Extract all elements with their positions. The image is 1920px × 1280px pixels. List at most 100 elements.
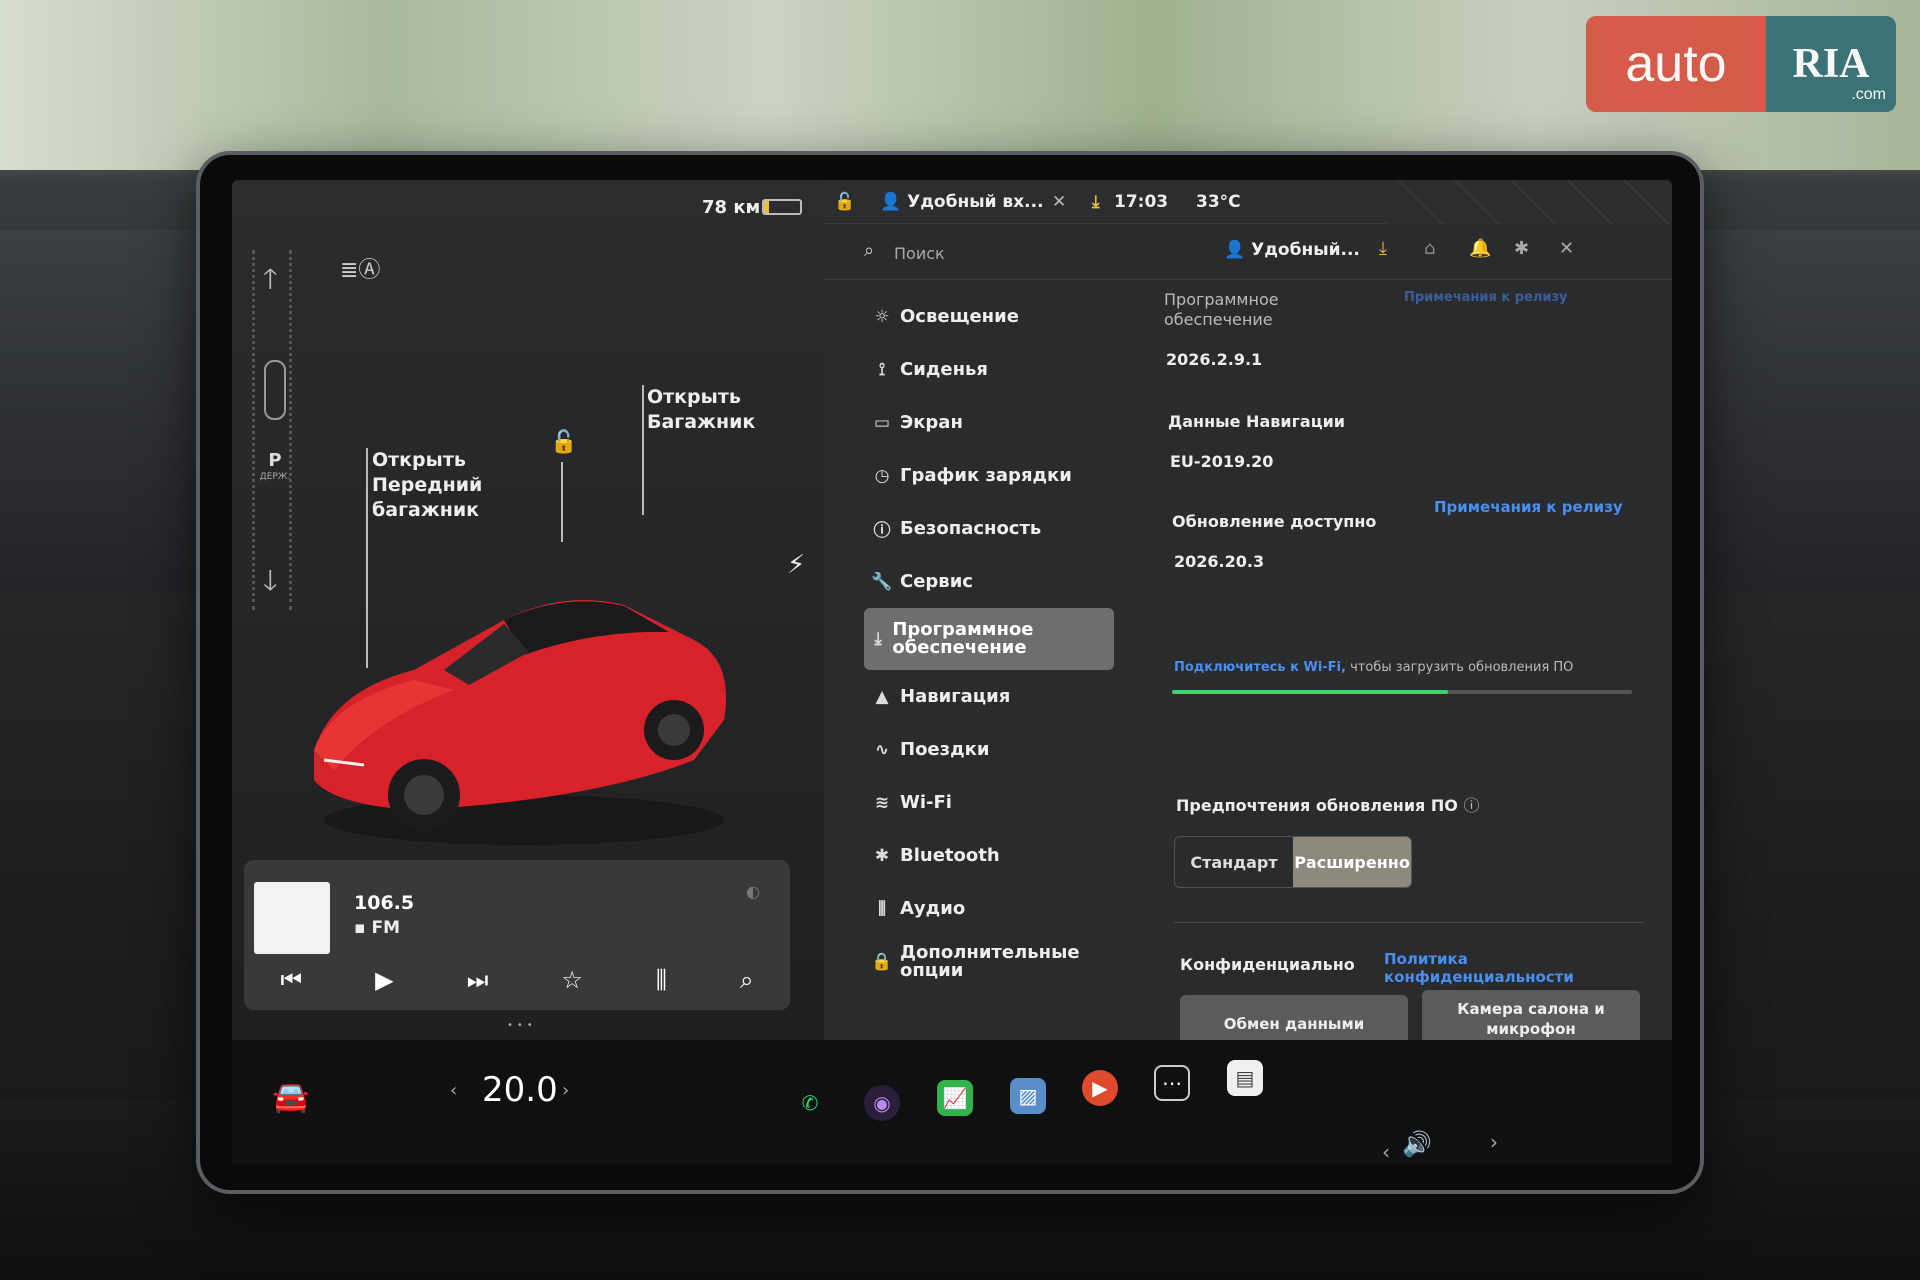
section-divider: [1174, 922, 1644, 923]
download-icon: ⤓: [874, 629, 882, 649]
menu-label: Bluetooth: [900, 845, 1000, 866]
wifi-prompt: Подключитесь к Wi-Fi, чтобы загрузить об…: [1174, 660, 1573, 675]
callout-line-1: Открыть: [372, 449, 466, 471]
media-controls: ⏮ ▶ ⏭ ☆ ⫼ ⌕: [244, 956, 790, 1004]
next-track-icon[interactable]: ⏭: [467, 966, 489, 994]
bluetooth-icon: ✱: [874, 845, 890, 866]
phone-icon[interactable]: ✆: [792, 1085, 828, 1121]
front-trunk-callout[interactable]: Открыть Передний багажник: [372, 448, 482, 523]
menu-item-upgrades[interactable]: 🔒 Дополнительные опции: [864, 935, 1124, 988]
nav-data-version: EU-2019.20: [1170, 452, 1274, 471]
media-app-icon[interactable]: ▶: [1082, 1070, 1118, 1106]
menu-item-wifi[interactable]: ≋ Wi-Fi: [864, 776, 1124, 829]
volume-up-icon[interactable]: ›: [1490, 1130, 1498, 1154]
settings-panel: 🔓 👤 Удобный вх... ✕ ⤓ 17:03 33°C ⌕ 👤 Удо…: [824, 180, 1672, 1053]
menu-label: Программное обеспечение: [892, 619, 1034, 658]
touchscreen: 🡑 P ДЕРЖ. 🡓 ≣Ⓐ 78 км Открыть Передний ба…: [232, 180, 1672, 1165]
menu-label: Wi-Fi: [900, 792, 952, 813]
menu-item-bluetooth[interactable]: ✱ Bluetooth: [864, 829, 1124, 882]
equalizer-icon[interactable]: ⫼: [656, 966, 667, 994]
menu-item-audio[interactable]: ⫼ Аудио: [864, 882, 1124, 935]
favorite-star-icon[interactable]: ☆: [561, 966, 583, 994]
settings-search-input[interactable]: [894, 240, 1134, 266]
driver-profile-label: Удобный...: [1251, 240, 1360, 260]
privacy-label: Конфиденциально: [1180, 955, 1355, 974]
menu-item-service[interactable]: 🔧 Сервис: [864, 555, 1124, 608]
profile-status-label: Удобный вх...: [907, 192, 1044, 212]
search-row: ⌕ 👤 Удобный... ⤓ ⌂ 🔔 ✱ ✕: [824, 224, 1672, 280]
volume-icon[interactable]: 🔊: [1402, 1130, 1432, 1158]
map-background: [1384, 180, 1672, 224]
menu-item-navigation[interactable]: ▲ Навигация: [864, 670, 1124, 723]
wifi-prompt-text: чтобы загрузить обновления ПО: [1350, 660, 1574, 675]
pref-standard-button[interactable]: Стандарт: [1175, 837, 1293, 887]
calendar-app-icon[interactable]: ▨: [1010, 1078, 1046, 1114]
release-notes-link[interactable]: Примечания к релизу: [1434, 498, 1623, 516]
vehicle-panel: 🡑 P ДЕРЖ. 🡓 ≣Ⓐ 78 км Открыть Передний ба…: [232, 180, 824, 1165]
media-search-icon[interactable]: ⌕: [740, 966, 753, 994]
profile-status[interactable]: 👤 Удобный вх...: [880, 192, 1044, 212]
menu-item-seats[interactable]: ⟟ Сиденья: [864, 343, 1124, 396]
software-label: Программное обеспечение: [1164, 290, 1279, 329]
wifi-icon: ≋: [874, 792, 890, 813]
media-player[interactable]: 106.5 ▪ FM ◐ ⏮ ▶ ⏭ ☆ ⫼ ⌕: [244, 860, 790, 1010]
arrow-down-icon[interactable]: 🡓: [263, 560, 278, 608]
pref-advanced-button[interactable]: Расширенно: [1293, 837, 1411, 887]
car-controls-icon[interactable]: 🚘: [272, 1080, 309, 1115]
menu-item-software[interactable]: ⤓ Программное обеспечение: [864, 608, 1114, 670]
menu-item-lighting[interactable]: ☼ Освещение: [864, 290, 1124, 343]
album-art: [254, 882, 330, 954]
menu-label: Сиденья: [900, 359, 988, 380]
gear-hold-label: ДЕРЖ.: [259, 472, 291, 482]
bell-icon[interactable]: 🔔: [1469, 238, 1491, 259]
cabin-temperature[interactable]: 20.0: [482, 1070, 558, 1110]
range-indicator: 78 км: [702, 197, 761, 218]
trunk-callout[interactable]: Открыть Багажник: [647, 385, 755, 435]
release-notes-top-link[interactable]: Примечания к релизу: [1404, 290, 1568, 305]
privacy-policy-link[interactable]: Политика конфиденциальности: [1384, 950, 1644, 986]
settings-menu: ☼ Освещение ⟟ Сиденья ▭ Экран ◷ График заряд…: [864, 290, 1124, 988]
menu-item-trips[interactable]: ∿ Поездки: [864, 723, 1124, 776]
charge-port-icon[interactable]: ⚡: [787, 550, 805, 580]
wifi-connect-link[interactable]: Подключитесь к Wi-Fi,: [1174, 660, 1346, 675]
battery-icon: [762, 199, 802, 215]
callout-line-1: Открыть: [647, 386, 741, 408]
gear-selector[interactable]: 🡑 P ДЕРЖ. 🡓: [252, 250, 292, 610]
menu-item-display[interactable]: ▭ Экран: [864, 396, 1124, 449]
garage-icon[interactable]: ⌂: [1424, 238, 1435, 259]
auto-headlight-icon[interactable]: ≣Ⓐ: [340, 252, 380, 284]
bluetooth-icon[interactable]: ✱: [1514, 238, 1529, 259]
menu-label: Экран: [900, 412, 963, 433]
logo-auto-part: auto: [1586, 16, 1766, 112]
media-source-icon[interactable]: ◐: [746, 882, 760, 901]
lock-status-icon[interactable]: 🔓: [834, 192, 855, 212]
temp-increase-icon[interactable]: ›: [562, 1080, 569, 1101]
previous-track-icon[interactable]: ⏮: [281, 966, 303, 994]
menu-label: Дополнительные опции: [900, 941, 1080, 981]
more-apps-icon[interactable]: ⋯: [1154, 1065, 1190, 1101]
info-icon[interactable]: ⓘ: [1463, 796, 1479, 815]
download-icon[interactable]: ⤓: [1379, 238, 1387, 259]
logo-ria-part: RIA .com: [1766, 16, 1896, 112]
seat-icon: ⟟: [878, 359, 886, 380]
menu-item-charge-schedule[interactable]: ◷ График зарядки: [864, 449, 1124, 502]
volume-down-icon[interactable]: ‹: [1382, 1140, 1390, 1164]
menu-label: Навигация: [900, 686, 1011, 707]
temp-decrease-icon[interactable]: ‹: [450, 1080, 457, 1101]
download-progress-bar: [1172, 690, 1632, 694]
notes-app-icon[interactable]: ▤: [1227, 1060, 1263, 1096]
clock: 17:03: [1114, 192, 1169, 212]
unlock-icon[interactable]: 🔓: [550, 430, 577, 455]
camera-icon[interactable]: ◉: [864, 1085, 900, 1121]
arrow-up-icon[interactable]: 🡑: [263, 258, 278, 306]
logo-ria-text: RIA: [1792, 41, 1870, 87]
callout-line-2: Багажник: [647, 411, 756, 433]
trunk-pointer: [642, 385, 644, 515]
radio-band: ▪ FM: [354, 918, 400, 938]
play-icon[interactable]: ▶: [375, 966, 393, 994]
menu-label: Сервис: [900, 571, 973, 592]
menu-item-security[interactable]: ⓘ Безопасность: [864, 502, 1124, 555]
energy-app-icon[interactable]: 📈: [937, 1080, 973, 1116]
download-status-icon[interactable]: ⤓: [1092, 192, 1100, 212]
driver-profile-button[interactable]: 👤 Удобный...: [1224, 240, 1360, 260]
